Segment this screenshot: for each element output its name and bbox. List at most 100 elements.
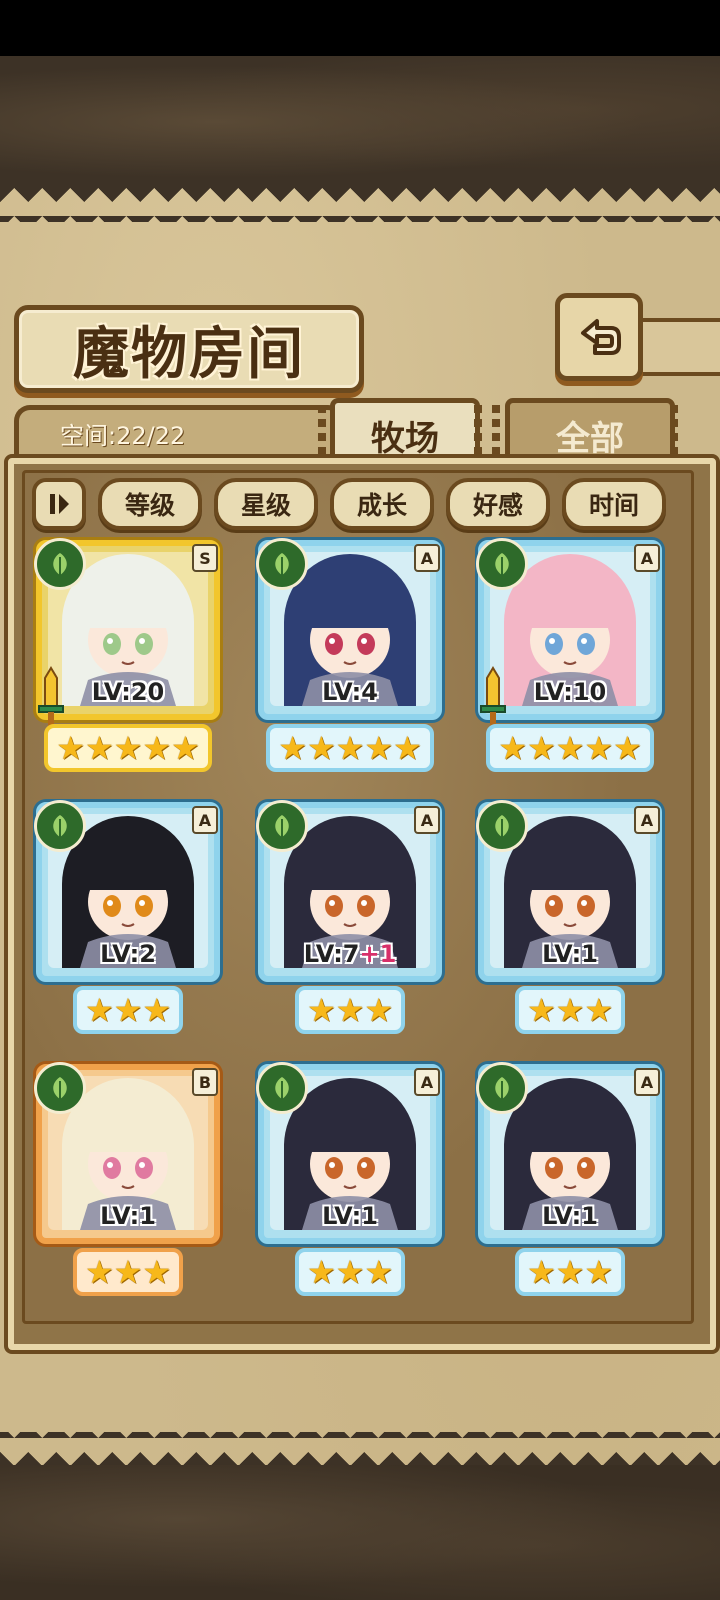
- monster-card[interactable]: B LV:1 ★ ★ ★: [34, 1062, 234, 1298]
- grade-badge: A: [634, 806, 660, 834]
- level-label: LV:20: [34, 678, 222, 706]
- star-rating: ★ ★ ★: [256, 986, 444, 1034]
- title-plate: 魔物房间: [14, 305, 364, 393]
- level-value: LV:1: [542, 940, 598, 968]
- tab-farm[interactable]: 牧场: [330, 398, 480, 467]
- leaf-element-icon: [34, 1062, 86, 1114]
- sort-level-button[interactable]: 等级: [98, 478, 202, 530]
- star-icon: ★: [84, 991, 114, 1029]
- star-rating: ★ ★ ★: [476, 1248, 664, 1296]
- page-title: 魔物房间: [73, 320, 305, 387]
- sort-time-button[interactable]: 时间: [562, 478, 666, 530]
- grade-badge: A: [414, 1068, 440, 1096]
- star-icon: ★: [56, 729, 85, 767]
- leaf-element-icon: [256, 538, 308, 590]
- star-icon: ★: [555, 991, 585, 1029]
- star-icon: ★: [526, 729, 556, 767]
- level-bonus: +1: [359, 940, 397, 968]
- star-icon: ★: [84, 729, 114, 767]
- leaf-element-icon: [256, 1062, 308, 1114]
- star-icon: ★: [584, 991, 614, 1029]
- grade-badge: A: [634, 544, 660, 572]
- leaf-element-icon: [256, 800, 308, 852]
- star-icon: ★: [113, 729, 143, 767]
- star-icon: ★: [335, 729, 365, 767]
- leaf-element-icon: [34, 538, 86, 590]
- star-icon: ★: [364, 729, 394, 767]
- star-rating: ★ ★ ★: [34, 986, 222, 1034]
- status-bar: [0, 0, 720, 56]
- sort-growth-button[interactable]: 成长: [330, 478, 434, 530]
- star-icon: ★: [142, 1253, 172, 1291]
- tab-divider: [670, 405, 678, 455]
- star-icon: ★: [584, 1253, 614, 1291]
- star-icon: ★: [306, 991, 336, 1029]
- leaf-element-icon: [476, 1062, 528, 1114]
- star-icon: ★: [526, 991, 556, 1029]
- level-label: LV:2: [34, 940, 222, 968]
- monster-card[interactable]: A LV:10 ★ ★ ★ ★ ★: [476, 538, 676, 774]
- level-label: LV:7+1: [256, 940, 444, 968]
- star-icon: ★: [171, 729, 200, 767]
- star-icon: ★: [393, 729, 422, 767]
- sort-star-button[interactable]: 星级: [214, 478, 318, 530]
- monster-card[interactable]: A LV:1 ★ ★ ★: [476, 800, 676, 1036]
- monster-card[interactable]: A LV:1 ★ ★ ★: [256, 1062, 456, 1298]
- monster-card[interactable]: S LV:20 ★ ★ ★ ★ ★: [34, 538, 234, 774]
- level-label: LV:1: [476, 940, 664, 968]
- star-icon: ★: [498, 729, 527, 767]
- sort-order-toggle[interactable]: [32, 478, 86, 530]
- star-icon: ★: [555, 1253, 585, 1291]
- level-value: LV:1: [100, 1202, 156, 1230]
- tab-all[interactable]: 全部: [505, 398, 675, 467]
- level-value: LV:1: [542, 1202, 598, 1230]
- map-background-bottom: [0, 1465, 720, 1600]
- star-icon: ★: [364, 991, 394, 1029]
- star-icon: ★: [584, 729, 614, 767]
- grade-badge: S: [192, 544, 218, 572]
- star-icon: ★: [306, 729, 336, 767]
- level-label: LV:1: [34, 1202, 222, 1230]
- torn-edge-top: [0, 188, 720, 222]
- star-icon: ★: [364, 1253, 394, 1291]
- grade-badge: B: [192, 1068, 218, 1096]
- tab-divider: [492, 405, 500, 455]
- map-background-top: [0, 56, 720, 188]
- star-icon: ★: [84, 1253, 114, 1291]
- monster-card[interactable]: A LV:4 ★ ★ ★ ★ ★: [256, 538, 456, 774]
- monster-card[interactable]: A LV:1 ★ ★ ★: [476, 1062, 676, 1298]
- star-icon: ★: [526, 1253, 556, 1291]
- star-rating: ★ ★ ★: [476, 986, 664, 1034]
- grade-badge: A: [414, 806, 440, 834]
- level-value: LV:10: [533, 678, 607, 706]
- level-label: LV:4: [256, 678, 444, 706]
- level-label: LV:10: [476, 678, 664, 706]
- star-icon: ★: [113, 1253, 143, 1291]
- space-counter: 空间:22/22: [60, 422, 186, 450]
- grade-badge: A: [192, 806, 218, 834]
- tab-divider: [474, 405, 482, 455]
- leaf-element-icon: [476, 800, 528, 852]
- star-icon: ★: [142, 991, 172, 1029]
- star-rating: ★ ★ ★ ★ ★: [34, 724, 222, 772]
- level-value: LV:20: [91, 678, 165, 706]
- star-icon: ★: [613, 729, 642, 767]
- star-icon: ★: [306, 1253, 336, 1291]
- star-rating: ★ ★ ★: [256, 1248, 444, 1296]
- star-rating: ★ ★ ★ ★ ★: [476, 724, 664, 772]
- return-arrow-icon: [581, 319, 621, 355]
- sort-order-icon: [50, 494, 69, 514]
- level-value: LV:4: [322, 678, 378, 706]
- grade-badge: A: [634, 1068, 660, 1096]
- back-button[interactable]: [555, 293, 643, 381]
- leaf-element-icon: [34, 800, 86, 852]
- level-value: LV:7: [303, 940, 360, 968]
- sort-affection-button[interactable]: 好感: [446, 478, 550, 530]
- monster-card[interactable]: A LV:7+1 ★ ★ ★: [256, 800, 456, 1036]
- grade-badge: A: [414, 544, 440, 572]
- star-icon: ★: [555, 729, 585, 767]
- level-label: LV:1: [476, 1202, 664, 1230]
- monster-card[interactable]: A LV:2 ★ ★ ★: [34, 800, 234, 1036]
- star-icon: ★: [335, 991, 365, 1029]
- star-icon: ★: [278, 729, 307, 767]
